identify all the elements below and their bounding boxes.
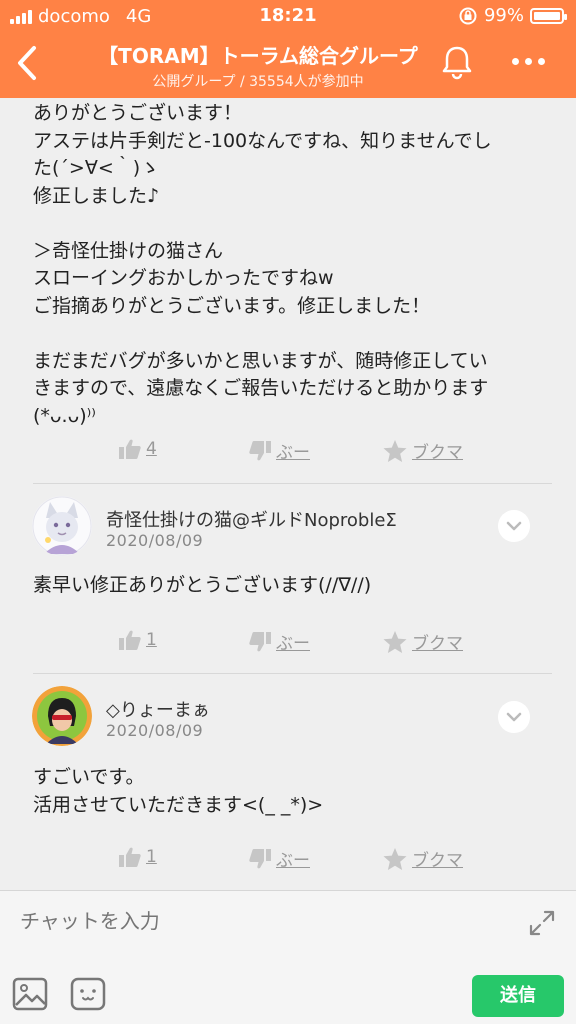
bookmark-button[interactable]: ブクマ bbox=[382, 629, 463, 654]
star-icon bbox=[383, 439, 407, 462]
thumbs-up-icon bbox=[119, 439, 141, 459]
chevron-left-icon[interactable] bbox=[12, 44, 42, 82]
send-button[interactable]: 送信 bbox=[472, 975, 564, 1017]
message-text: ありがとうございます！ アステは片手剣だと-100なんですね、知りませんでし た… bbox=[33, 102, 492, 427]
chevron-down-icon[interactable] bbox=[498, 701, 530, 733]
divider bbox=[33, 483, 552, 484]
message-actions: 1 ぶー ブクマ bbox=[0, 629, 576, 661]
author-name[interactable]: 奇怪仕掛けの猫@ギルドNoprobleΣ bbox=[106, 506, 397, 532]
message-actions: 1 ぶー ブクマ bbox=[0, 846, 576, 878]
more-icon[interactable] bbox=[512, 58, 545, 65]
dislike-label: ぶー bbox=[276, 443, 310, 463]
dislike-button[interactable]: ぶー bbox=[248, 846, 310, 871]
rotation-lock-icon bbox=[459, 7, 477, 24]
bookmark-label: ブクマ bbox=[412, 443, 463, 463]
like-button[interactable]: 1 bbox=[118, 846, 157, 868]
bookmark-button[interactable]: ブクマ bbox=[382, 438, 463, 463]
thumbs-down-icon bbox=[249, 848, 271, 868]
dislike-label: ぶー bbox=[276, 851, 310, 871]
page-title: 【TORAM】トーラム総合グループ bbox=[98, 44, 418, 68]
chevron-down-icon[interactable] bbox=[498, 510, 530, 542]
expand-icon[interactable] bbox=[528, 909, 556, 937]
star-icon bbox=[383, 630, 407, 653]
thumbs-down-icon bbox=[249, 631, 271, 651]
image-icon[interactable] bbox=[12, 977, 48, 1011]
divider bbox=[33, 673, 552, 674]
header-bar: docomo 4G 18:21 99% 【TORAM】トーラム総合グループ 公開… bbox=[0, 0, 576, 98]
message-actions: 4 ぶー ブクマ bbox=[0, 438, 576, 470]
star-icon bbox=[383, 847, 407, 870]
like-count: 4 bbox=[146, 439, 157, 459]
message-text: 素早い修正ありがとうございます(//∇//) bbox=[33, 574, 372, 596]
author-name[interactable]: ◇りょーまぁ bbox=[106, 696, 210, 722]
nav-bar: 【TORAM】トーラム総合グループ 公開グループ / 35554人が参加中 bbox=[0, 34, 576, 98]
message-text: すごいです。 活用させていただきます<(_ _*)> bbox=[33, 766, 324, 816]
dislike-button[interactable]: ぶー bbox=[248, 629, 310, 654]
chat-input-bar: 送信 bbox=[0, 890, 576, 1024]
group-title-block[interactable]: 【TORAM】トーラム総合グループ 公開グループ / 35554人が参加中 bbox=[70, 40, 446, 91]
bookmark-label: ブクマ bbox=[412, 634, 463, 654]
emoji-icon[interactable] bbox=[70, 977, 106, 1011]
dislike-button[interactable]: ぶー bbox=[248, 438, 310, 463]
message-date: 2020/08/09 bbox=[106, 721, 204, 740]
dislike-label: ぶー bbox=[276, 634, 310, 654]
like-count: 1 bbox=[146, 630, 157, 650]
bookmark-label: ブクマ bbox=[412, 851, 463, 871]
like-button[interactable]: 4 bbox=[118, 438, 157, 460]
status-bar: docomo 4G 18:21 99% bbox=[0, 0, 576, 34]
battery-percent: 99% bbox=[483, 5, 524, 26]
bell-icon[interactable] bbox=[440, 44, 474, 80]
thumbs-down-icon bbox=[249, 440, 271, 460]
chat-input[interactable] bbox=[0, 891, 500, 951]
bookmark-button[interactable]: ブクマ bbox=[382, 846, 463, 871]
like-count: 1 bbox=[146, 847, 157, 867]
thumbs-up-icon bbox=[119, 847, 141, 867]
message-date: 2020/08/09 bbox=[106, 531, 204, 550]
avatar[interactable] bbox=[32, 496, 92, 556]
chat-thread[interactable]: ありがとうございます！ アステは片手剣だと-100なんですね、知りませんでし た… bbox=[0, 98, 576, 890]
avatar[interactable] bbox=[32, 686, 92, 746]
like-button[interactable]: 1 bbox=[118, 629, 157, 651]
battery-icon bbox=[530, 7, 567, 24]
page-subtitle: 公開グループ / 35554人が参加中 bbox=[152, 74, 364, 90]
thumbs-up-icon bbox=[119, 630, 141, 650]
